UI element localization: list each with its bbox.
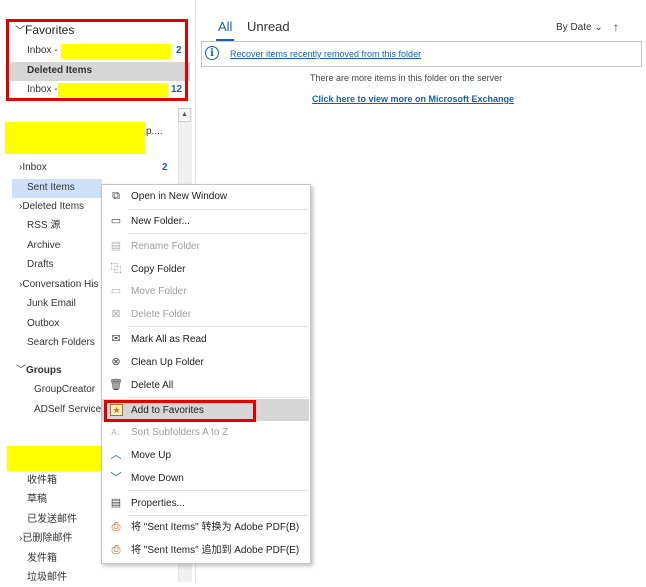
menu-copy-folder[interactable]: ⿻ Copy Folder [102, 259, 309, 280]
adobe-pdf-icon: ⎙ [111, 544, 121, 556]
groups-header[interactable]: ﹀Groups [16, 362, 62, 380]
sort-az-icon: A↓ [111, 428, 121, 437]
menu-move-up[interactable]: ︿ Move Up [102, 445, 309, 466]
chevron-down-icon: ﹀ [110, 472, 122, 484]
menu-separator [128, 326, 308, 327]
menu-separator [128, 397, 308, 398]
menu-separator [128, 233, 308, 234]
tab-unread[interactable]: Unread [247, 19, 290, 35]
folder-sent-cn[interactable]: 已发送邮件 [27, 511, 77, 529]
properties-icon: ▤ [110, 497, 122, 509]
folder-rss[interactable]: RSS 源 [27, 217, 60, 235]
menu-clean-up-folder[interactable]: ⊗ Clean Up Folder [102, 352, 309, 373]
folder-junk-cn[interactable]: 垃圾邮件 [27, 569, 67, 587]
menu-rename-folder[interactable]: ▤ Rename Folder [102, 236, 309, 257]
redaction-block [7, 446, 102, 471]
menu-convert-to-pdf[interactable]: ⎙ 将 "Sent Items" 转换为 Adobe PDF(B) [102, 517, 309, 538]
delete-all-icon: 🗑 [109, 379, 123, 391]
tab-all[interactable]: All [218, 19, 232, 35]
menu-properties[interactable]: ▤ Properties... [102, 493, 309, 514]
folder-inbox-cn[interactable]: 收件箱 [27, 472, 57, 490]
favorites-highlight-box [6, 19, 188, 101]
group-item[interactable]: GroupCreator [34, 381, 95, 399]
menu-separator [128, 490, 308, 491]
recover-items-link[interactable]: Recover items recently removed from this… [230, 45, 421, 63]
chevron-down-icon: ⌄ [594, 22, 603, 33]
move-icon: ▭ [110, 285, 122, 297]
exchange-link[interactable]: Click here to view more on Microsoft Exc… [312, 90, 514, 108]
server-note: There are more items in this folder on t… [310, 73, 503, 83]
menu-new-folder[interactable]: ▭ New Folder... [102, 211, 309, 232]
adobe-pdf-icon: ⎙ [111, 521, 121, 533]
folder-deleted-items[interactable]: ›Deleted Items [19, 198, 84, 216]
menu-delete-all[interactable]: 🗑 Delete All [102, 375, 309, 396]
menu-move-folder[interactable]: ▭ Move Folder [102, 281, 309, 302]
unread-count: 2 [162, 162, 168, 173]
menu-separator [128, 209, 308, 210]
sort-by-date-dropdown[interactable]: By Date ⌄ [556, 19, 603, 37]
envelope-open-icon: ✉ [111, 333, 121, 345]
info-icon: i [205, 46, 219, 60]
clean-up-icon: ⊗ [111, 356, 121, 368]
group-item[interactable]: ADSelf Service P [34, 401, 111, 419]
mailbox-name[interactable]: p.... [146, 123, 163, 141]
folder-inbox[interactable]: ›Inbox [19, 159, 47, 177]
redaction-block [5, 122, 145, 154]
folder-sent-items[interactable]: Sent Items [27, 179, 75, 197]
menu-open-new-window[interactable]: ⧉ Open in New Window [102, 186, 309, 207]
folder-junk-email[interactable]: Junk Email [27, 295, 76, 313]
folder-outbox[interactable]: Outbox [27, 315, 59, 333]
folder-search-folders[interactable]: Search Folders [27, 334, 95, 352]
chevron-up-icon: ︿ [110, 449, 122, 461]
rename-icon: ▤ [110, 240, 122, 252]
folder-outbox-cn[interactable]: 发件箱 [27, 550, 57, 568]
new-window-icon: ⧉ [112, 190, 120, 202]
folder-icon: ▭ [110, 215, 122, 227]
menu-append-to-pdf[interactable]: ⎙ 将 "Sent Items" 追加到 Adobe PDF(E) [102, 540, 309, 561]
folder-drafts-cn[interactable]: 草稿 [27, 491, 47, 509]
scroll-up-arrow-icon[interactable]: ▲ [178, 108, 191, 122]
menu-separator [128, 515, 308, 516]
menu-sort-subfolders[interactable]: A↓ Sort Subfolders A to Z [102, 422, 309, 443]
folder-archive[interactable]: Archive [27, 237, 60, 255]
chevron-down-icon: ﹀ [16, 365, 26, 376]
menu-move-down[interactable]: ﹀ Move Down [102, 468, 309, 489]
delete-folder-icon: ⊠ [111, 308, 121, 320]
menu-mark-all-read[interactable]: ✉ Mark All as Read [102, 329, 309, 350]
menu-delete-folder[interactable]: ⊠ Delete Folder [102, 304, 309, 325]
sort-direction-arrow-icon[interactable]: ↑ [613, 18, 619, 36]
folder-deleted-cn[interactable]: ›已删除邮件 [19, 530, 72, 548]
add-to-favorites-highlight-box [104, 400, 256, 422]
copy-icon: ⿻ [110, 263, 122, 275]
folder-conversation-history[interactable]: ›Conversation His [19, 276, 99, 294]
folder-drafts[interactable]: Drafts [27, 256, 54, 274]
